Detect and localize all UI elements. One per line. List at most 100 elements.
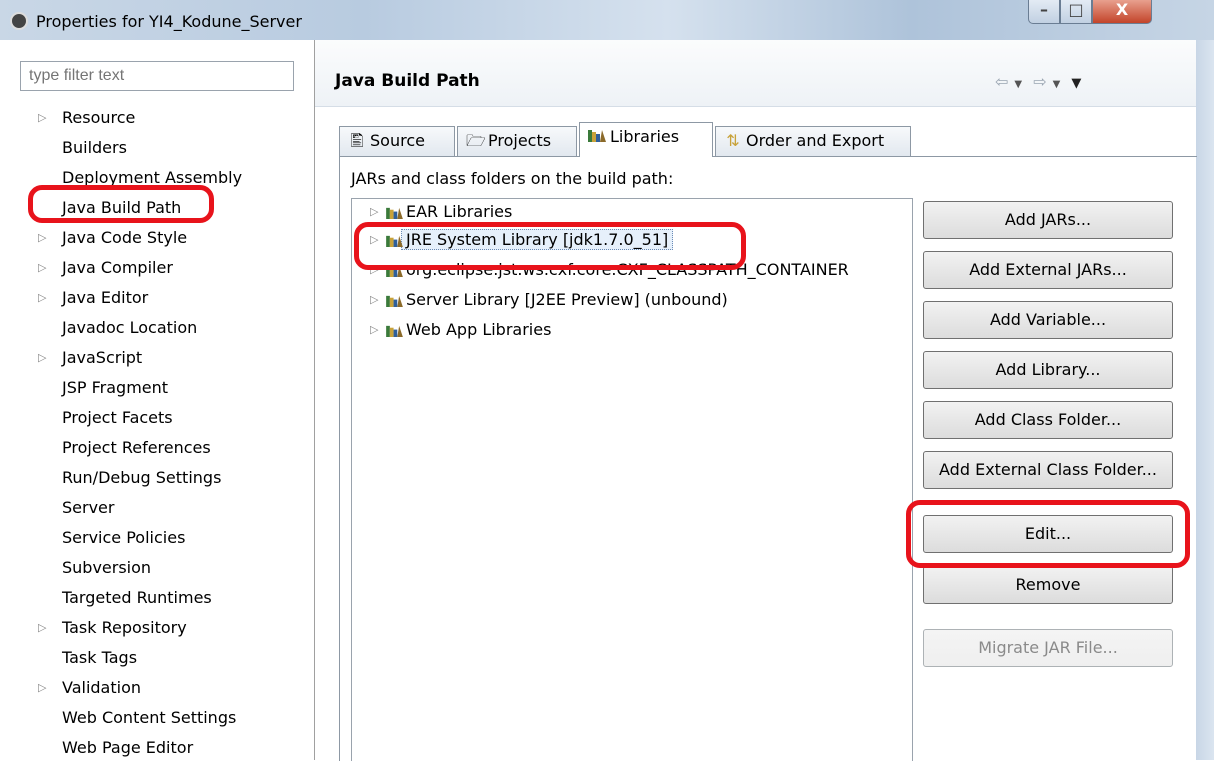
sidebar-item-label: Project Facets	[62, 408, 173, 427]
sidebar-item-java-build-path[interactable]: Java Build Path	[0, 193, 314, 223]
sidebar-item-label: Subversion	[62, 558, 152, 577]
library-icon	[386, 207, 403, 219]
sidebar-item-label: Service Policies	[62, 528, 186, 547]
add-external-class-folder-button[interactable]: Add External Class Folder...	[923, 451, 1173, 489]
list-item-label: JRE System Library [jdk1.7.0_51]	[401, 229, 674, 250]
sidebar-item-server[interactable]: Server	[0, 493, 314, 523]
library-icon	[588, 128, 606, 142]
list-item-ear-libraries[interactable]: ▷ EAR Libraries	[352, 203, 912, 225]
expand-arrow-icon[interactable]: ▷	[38, 673, 46, 703]
add-jars-button[interactable]: Add JARs...	[923, 201, 1173, 239]
maximize-button[interactable]: □	[1060, 0, 1092, 24]
back-arrow-icon[interactable]: ⇦	[995, 72, 1008, 91]
sidebar-item-label: Java Code Style	[62, 228, 188, 247]
add-class-folder-button[interactable]: Add Class Folder...	[923, 401, 1173, 439]
edit-button[interactable]: Edit...	[923, 515, 1173, 553]
expand-arrow-icon[interactable]: ▷	[38, 283, 46, 313]
sidebar-item-subversion[interactable]: Subversion	[0, 553, 314, 583]
sidebar-item-validation[interactable]: ▷ Validation	[0, 673, 314, 703]
minimize-button[interactable]: –	[1028, 0, 1060, 24]
list-item-server-library[interactable]: ▷ Server Library [J2EE Preview] (unbound…	[352, 285, 912, 315]
back-dropdown-icon[interactable]: ▼	[1014, 79, 1022, 90]
tab-label: Libraries	[610, 127, 680, 146]
title-bar: Properties for YI4_Kodune_Server – □ X	[0, 0, 1214, 40]
expand-arrow-icon[interactable]: ▷	[370, 203, 378, 221]
forward-arrow-icon[interactable]: ⇨	[1033, 72, 1046, 91]
sidebar-item-java-code-style[interactable]: ▷ Java Code Style	[0, 223, 314, 253]
sidebar-item-javascript[interactable]: ▷ JavaScript	[0, 343, 314, 373]
sidebar-item-task-tags[interactable]: Task Tags	[0, 643, 314, 673]
sidebar: ▷ Resource Builders Deployment Assembly J…	[0, 40, 315, 760]
sidebar-item-label: JSP Fragment	[62, 378, 169, 397]
forward-dropdown-icon[interactable]: ▼	[1053, 79, 1061, 90]
view-menu-icon[interactable]: ▼	[1071, 76, 1081, 91]
sidebar-item-project-facets[interactable]: Project Facets	[0, 403, 314, 433]
expand-arrow-icon[interactable]: ▷	[370, 285, 378, 315]
page-header: Java Build Path ⇦ ▼ ⇨ ▼ ▼	[315, 40, 1196, 107]
expand-arrow-icon[interactable]: ▷	[370, 225, 378, 255]
filter-input[interactable]	[20, 61, 294, 91]
window-frame-right	[1196, 40, 1214, 760]
sidebar-item-task-repository[interactable]: ▷ Task Repository	[0, 613, 314, 643]
expand-arrow-icon[interactable]: ▷	[370, 255, 378, 285]
sidebar-item-label: Web Page Editor	[62, 738, 194, 757]
add-external-jars-button[interactable]: Add External JARs...	[923, 251, 1173, 289]
nav-arrows: ⇦ ▼ ⇨ ▼ ▼	[995, 72, 1087, 91]
sidebar-item-label: Validation	[62, 678, 142, 697]
main-panel: Java Build Path ⇦ ▼ ⇨ ▼ ▼ 🖺 Source 🗁 Project…	[315, 40, 1197, 761]
sidebar-item-jsp-fragment[interactable]: JSP Fragment	[0, 373, 314, 403]
sidebar-item-label: JavaScript	[62, 348, 143, 367]
expand-arrow-icon[interactable]: ▷	[38, 103, 46, 133]
properties-tree: ▷ Resource Builders Deployment Assembly J…	[0, 103, 314, 763]
sidebar-item-project-references[interactable]: Project References	[0, 433, 314, 463]
list-item-web-app-libraries[interactable]: ▷ Web App Libraries	[352, 315, 912, 345]
library-list[interactable]: ▷ EAR Libraries ▷ JRE System Library [jd…	[351, 198, 913, 761]
list-item-jre-system-library[interactable]: ▷ JRE System Library [jdk1.7.0_51]	[352, 225, 912, 255]
tab-order-and-export[interactable]: ⇅ Order and Export	[715, 126, 911, 156]
sidebar-item-web-page-editor[interactable]: Web Page Editor	[0, 733, 314, 763]
tab-libraries[interactable]: Libraries	[579, 122, 713, 157]
sidebar-item-javadoc-location[interactable]: Javadoc Location	[0, 313, 314, 343]
expand-arrow-icon[interactable]: ▷	[38, 253, 46, 283]
migrate-jar-button[interactable]: Migrate JAR File...	[923, 629, 1173, 667]
list-item-cxf-classpath-container[interactable]: ▷ org.eclipse.jst.ws.cxf.core.CXF_CLASSP…	[352, 255, 912, 285]
expand-arrow-icon[interactable]: ▷	[38, 343, 46, 373]
expand-arrow-icon[interactable]: ▷	[38, 613, 46, 643]
expand-arrow-icon[interactable]: ▷	[38, 223, 46, 253]
sidebar-item-deployment-assembly[interactable]: Deployment Assembly	[0, 163, 314, 193]
sidebar-item-label: Java Build Path	[62, 198, 182, 217]
close-button[interactable]: X	[1092, 0, 1152, 24]
tab-source[interactable]: 🖺 Source	[339, 126, 455, 156]
sidebar-item-run-debug-settings[interactable]: Run/Debug Settings	[0, 463, 314, 493]
remove-button[interactable]: Remove	[923, 566, 1173, 604]
sidebar-item-label: Run/Debug Settings	[62, 468, 222, 487]
sidebar-item-label: Java Editor	[62, 288, 149, 307]
sidebar-item-service-policies[interactable]: Service Policies	[0, 523, 314, 553]
sidebar-item-label: Builders	[62, 138, 127, 157]
sidebar-item-web-content-settings[interactable]: Web Content Settings	[0, 703, 314, 733]
library-icon	[386, 295, 403, 307]
add-variable-button[interactable]: Add Variable...	[923, 301, 1173, 339]
add-library-button[interactable]: Add Library...	[923, 351, 1173, 389]
expand-arrow-icon[interactable]: ▷	[370, 315, 378, 345]
tab-label: Order and Export	[746, 131, 885, 150]
sidebar-item-label: Project References	[62, 438, 211, 457]
sidebar-item-label: Server	[62, 498, 115, 517]
library-icon	[386, 235, 403, 247]
sidebar-item-label: Task Repository	[62, 618, 187, 637]
tab-label: Projects	[488, 131, 552, 150]
build-path-label: JARs and class folders on the build path…	[351, 169, 674, 188]
folder-icon: 🗁	[466, 131, 486, 150]
sidebar-item-java-editor[interactable]: ▷ Java Editor	[0, 283, 314, 313]
list-item-label: Web App Libraries	[406, 320, 552, 339]
sidebar-item-label: Web Content Settings	[62, 708, 237, 727]
tab-projects[interactable]: 🗁 Projects	[457, 126, 577, 156]
sidebar-item-label: Task Tags	[62, 648, 138, 667]
sidebar-item-java-compiler[interactable]: ▷ Java Compiler	[0, 253, 314, 283]
sidebar-item-builders[interactable]: Builders	[0, 133, 314, 163]
sidebar-item-label: Javadoc Location	[62, 318, 198, 337]
sidebar-item-targeted-runtimes[interactable]: Targeted Runtimes	[0, 583, 314, 613]
sidebar-item-resource[interactable]: ▷ Resource	[0, 103, 314, 133]
sidebar-item-label: Targeted Runtimes	[62, 588, 212, 607]
library-icon	[386, 325, 403, 337]
